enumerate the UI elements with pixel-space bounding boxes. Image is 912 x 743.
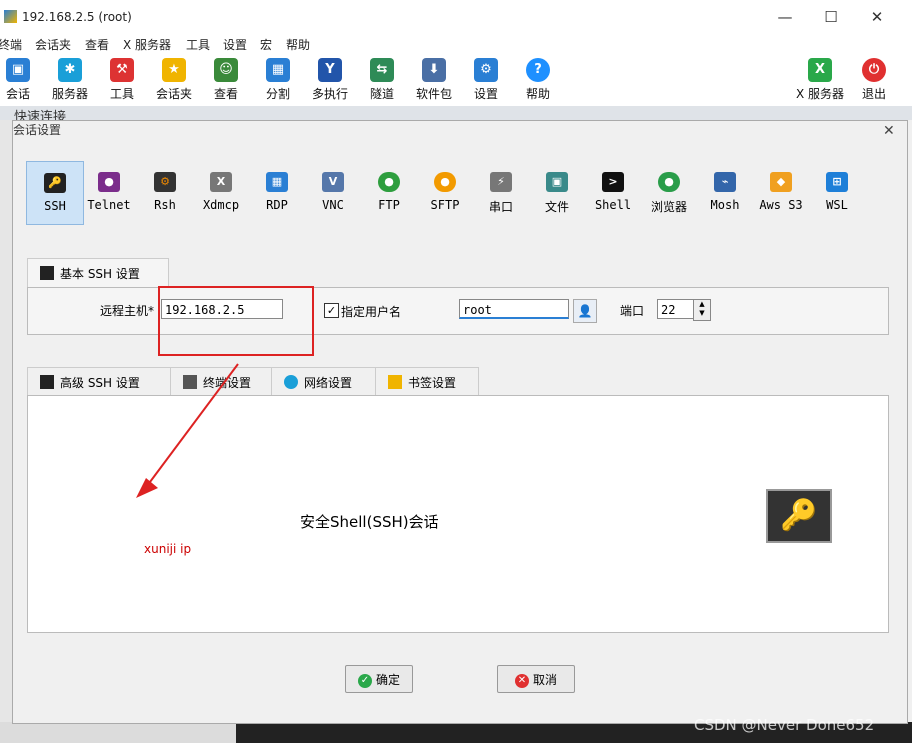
watermark-text: CSDN @Never Done652 — [694, 716, 875, 734]
annotation-arrow — [136, 363, 239, 498]
